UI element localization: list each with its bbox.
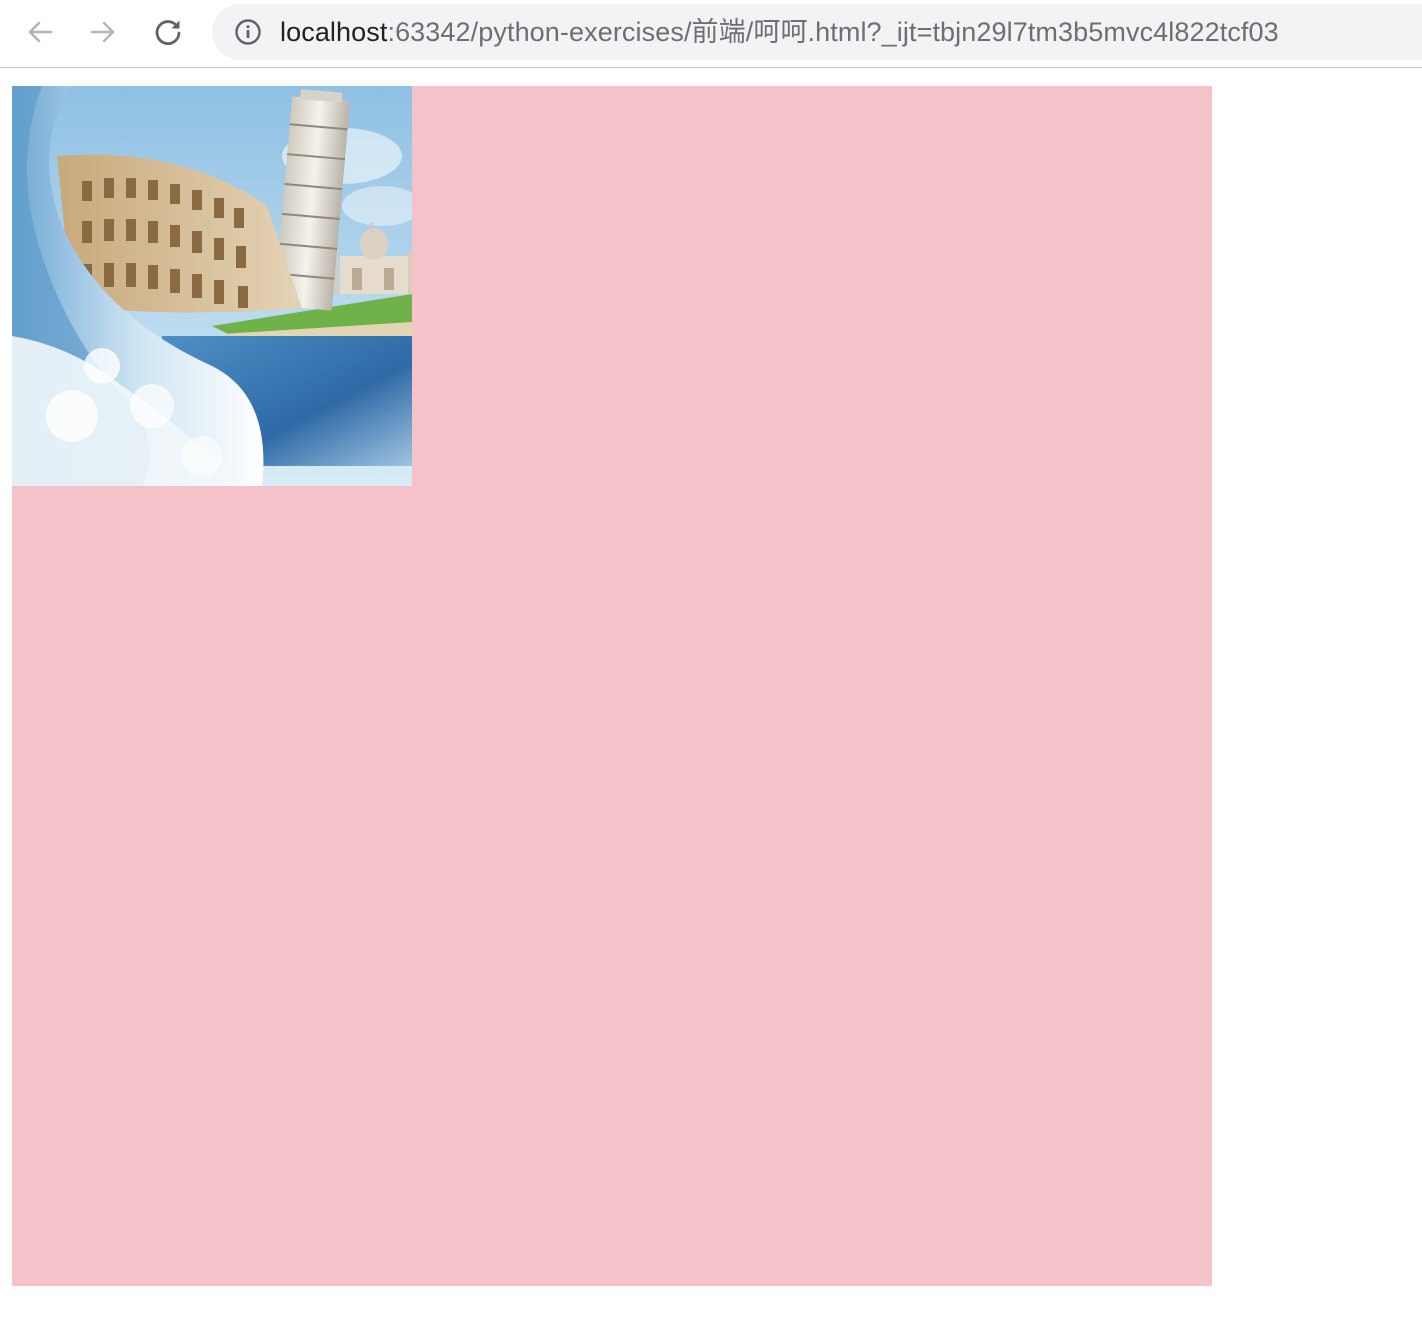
url-host: localhost bbox=[280, 17, 388, 47]
page-viewport bbox=[0, 69, 1422, 1318]
back-button[interactable] bbox=[20, 12, 60, 52]
forward-button[interactable] bbox=[83, 12, 123, 52]
info-icon[interactable] bbox=[234, 18, 262, 46]
url-path: :63342/python-exercises/前端/呵呵.html?_ijt=… bbox=[387, 17, 1279, 47]
pink-box bbox=[12, 86, 1212, 1286]
arrow-left-icon bbox=[28, 21, 53, 43]
url-text[interactable]: localhost:63342/python-exercises/前端/呵呵.h… bbox=[280, 17, 1279, 47]
reload-button[interactable] bbox=[148, 12, 188, 52]
arrow-right-icon bbox=[90, 21, 115, 43]
reload-icon bbox=[155, 20, 181, 45]
landmarks-image bbox=[12, 86, 412, 486]
address-bar[interactable]: localhost:63342/python-exercises/前端/呵呵.h… bbox=[212, 4, 1422, 60]
browser-toolbar: localhost:63342/python-exercises/前端/呵呵.h… bbox=[0, 0, 1422, 68]
